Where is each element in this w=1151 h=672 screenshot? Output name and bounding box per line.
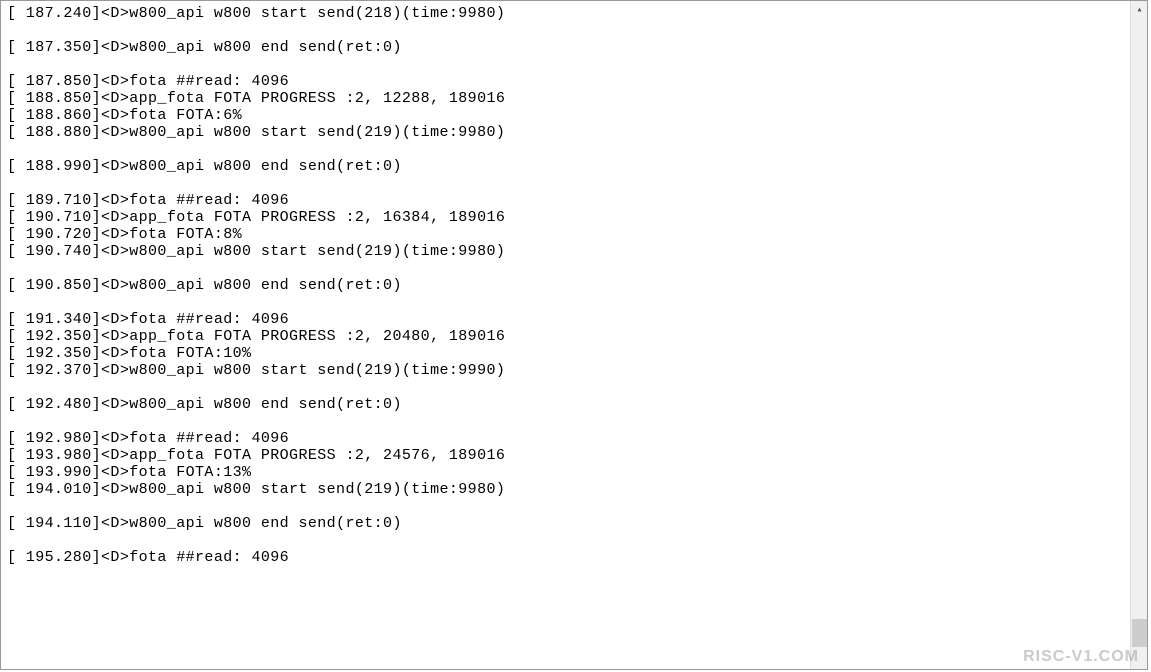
log-line: [ 188.850]<D>app_fota FOTA PROGRESS :2, …: [7, 90, 1124, 107]
log-line: [ 192.350]<D>app_fota FOTA PROGRESS :2, …: [7, 328, 1124, 345]
scrollbar-arrow-up-icon[interactable]: ▴: [1131, 1, 1148, 18]
log-line: [7, 379, 1124, 396]
log-line: [7, 141, 1124, 158]
log-line: [ 192.980]<D>fota ##read: 4096: [7, 430, 1124, 447]
log-line: [ 188.880]<D>w800_api w800 start send(21…: [7, 124, 1124, 141]
log-line: [ 191.340]<D>fota ##read: 4096: [7, 311, 1124, 328]
log-line: [ 192.350]<D>fota FOTA:10%: [7, 345, 1124, 362]
log-output[interactable]: [ 187.240]<D>w800_api w800 start send(21…: [1, 1, 1130, 669]
log-line: [ 189.710]<D>fota ##read: 4096: [7, 192, 1124, 209]
log-line: [ 188.860]<D>fota FOTA:6%: [7, 107, 1124, 124]
log-line: [ 190.710]<D>app_fota FOTA PROGRESS :2, …: [7, 209, 1124, 226]
log-line: [ 192.480]<D>w800_api w800 end send(ret:…: [7, 396, 1124, 413]
log-line: [ 192.370]<D>w800_api w800 start send(21…: [7, 362, 1124, 379]
log-line: [ 190.740]<D>w800_api w800 start send(21…: [7, 243, 1124, 260]
log-line: [7, 498, 1124, 515]
log-line: [ 190.850]<D>w800_api w800 end send(ret:…: [7, 277, 1124, 294]
log-line: [7, 260, 1124, 277]
log-line: [ 195.280]<D>fota ##read: 4096: [7, 549, 1124, 566]
log-line: [7, 294, 1124, 311]
log-line: [ 194.110]<D>w800_api w800 end send(ret:…: [7, 515, 1124, 532]
log-line: [7, 532, 1124, 549]
log-line: [ 187.240]<D>w800_api w800 start send(21…: [7, 5, 1124, 22]
terminal-window: [ 187.240]<D>w800_api w800 start send(21…: [0, 0, 1148, 670]
log-line: [ 187.850]<D>fota ##read: 4096: [7, 73, 1124, 90]
log-line: [7, 413, 1124, 430]
log-line: [7, 22, 1124, 39]
log-line: [ 188.990]<D>w800_api w800 end send(ret:…: [7, 158, 1124, 175]
log-line: [ 193.990]<D>fota FOTA:13%: [7, 464, 1124, 481]
scrollbar-thumb[interactable]: [1132, 619, 1147, 647]
log-line: [7, 56, 1124, 73]
log-line: [ 187.350]<D>w800_api w800 end send(ret:…: [7, 39, 1124, 56]
log-line: [ 190.720]<D>fota FOTA:8%: [7, 226, 1124, 243]
log-line: [7, 175, 1124, 192]
scrollbar-track[interactable]: ▴: [1130, 1, 1147, 669]
log-line: [ 193.980]<D>app_fota FOTA PROGRESS :2, …: [7, 447, 1124, 464]
log-line: [ 194.010]<D>w800_api w800 start send(21…: [7, 481, 1124, 498]
